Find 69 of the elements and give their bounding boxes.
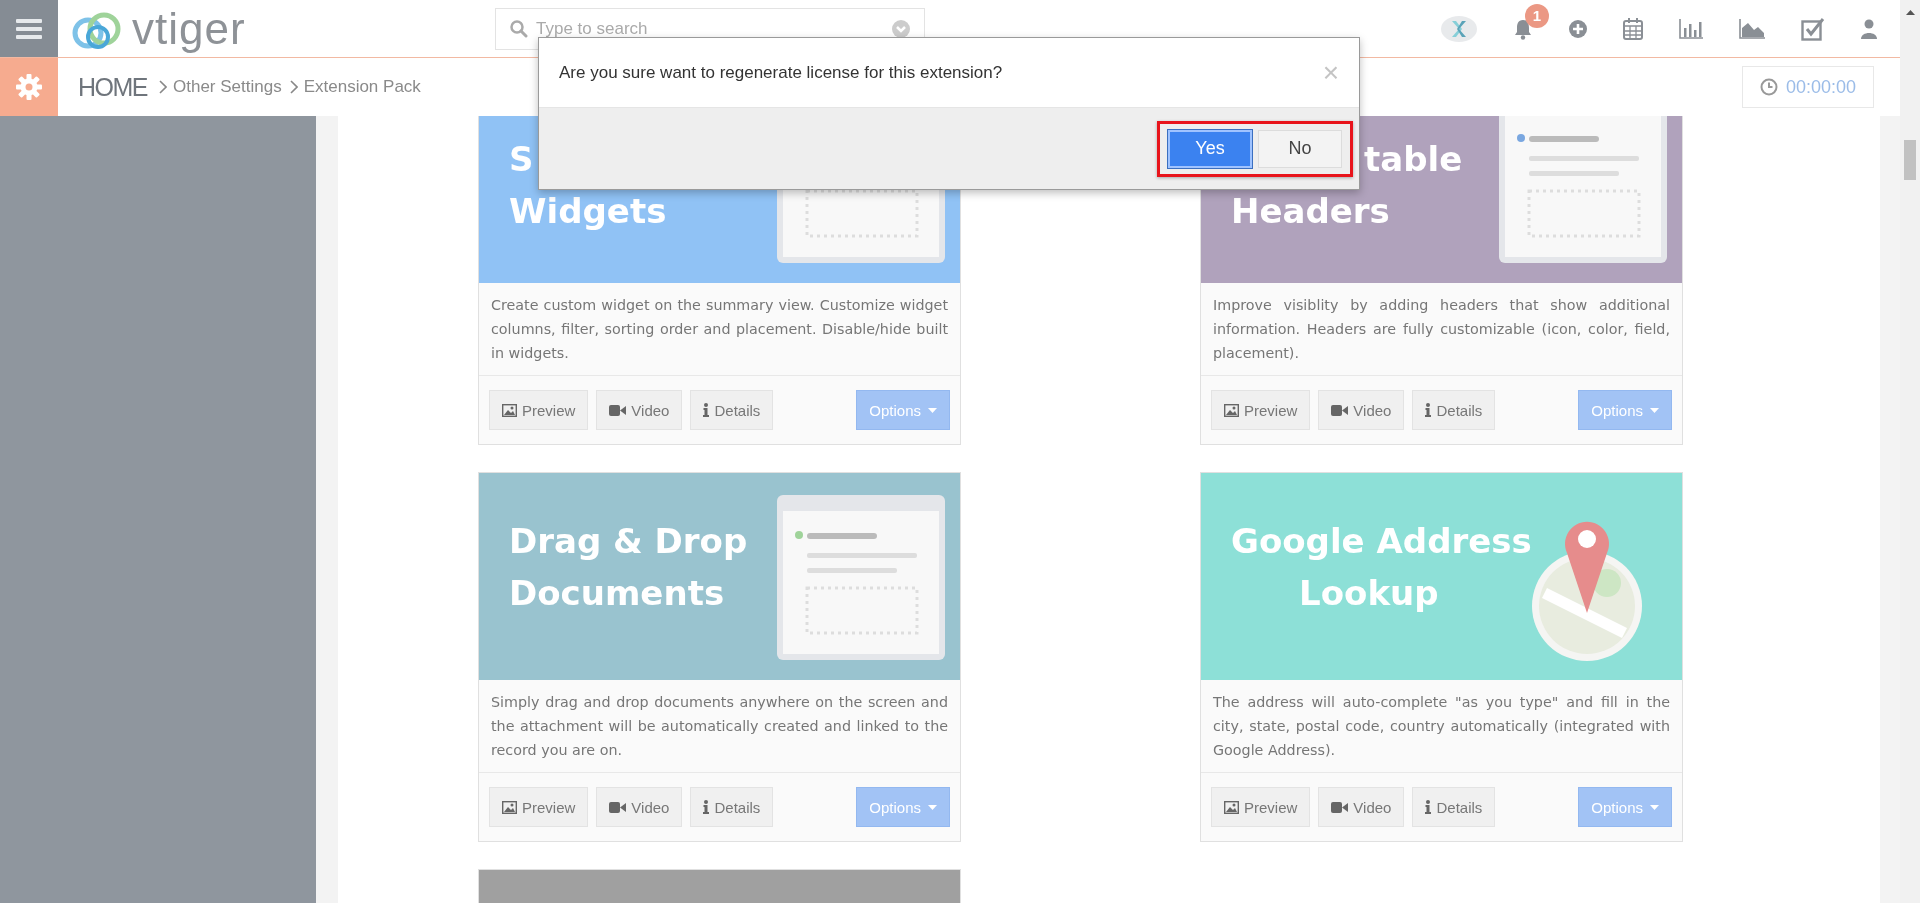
area-chart-icon[interactable] xyxy=(1739,18,1765,39)
card-action-button[interactable]: Video xyxy=(596,390,683,430)
user-icon[interactable] xyxy=(1861,18,1877,39)
card-action-button[interactable]: Details xyxy=(1412,390,1496,430)
card-action-button[interactable]: Preview xyxy=(489,787,589,827)
image-icon xyxy=(502,800,517,814)
dialog-message: Are you sure want to regenerate license for this extension? xyxy=(559,62,1003,83)
checkbox-icon[interactable] xyxy=(1801,16,1825,41)
caret-icon xyxy=(1650,407,1659,413)
banner-title: Headers xyxy=(1231,190,1390,233)
caret-icon xyxy=(928,804,937,810)
banner-title: Google Address xyxy=(1231,520,1532,563)
chevron-right-icon xyxy=(159,80,167,94)
menu-button[interactable] xyxy=(0,0,58,57)
menu-icon xyxy=(16,17,42,40)
card-action-button[interactable]: Preview xyxy=(1211,787,1311,827)
video-camera-icon xyxy=(1331,404,1349,416)
info-icon xyxy=(703,403,710,417)
bell-icon[interactable] xyxy=(1513,17,1533,40)
breadcrumb-link[interactable]: HOME xyxy=(78,72,147,102)
banner-title: Documents xyxy=(509,572,725,615)
notification-badge: 1 xyxy=(1525,3,1549,28)
card-description: Create custom widget on the summary view. Customize widget columns, filter, sorting order and placement. Disable/hide built in widgets. xyxy=(479,283,960,376)
card-action-button[interactable]: Video xyxy=(1318,390,1405,430)
card-action-button[interactable]: Details xyxy=(1412,787,1496,827)
banner-title: S xyxy=(509,138,534,181)
image-icon xyxy=(1224,800,1239,814)
banner-title: Lookup xyxy=(1299,572,1439,615)
chevron-right-icon xyxy=(289,80,298,94)
search-icon xyxy=(510,19,528,38)
video-camera-icon xyxy=(609,801,627,813)
caret-icon xyxy=(928,407,937,413)
x-logo-icon[interactable] xyxy=(1441,15,1477,42)
card-description: Simply drag and drop documents anywhere on the screen and the attachment will be automatically created and linked to the record you are on. xyxy=(479,680,960,773)
clock-icon xyxy=(1759,78,1778,96)
dialog-button[interactable]: Yes xyxy=(1168,129,1252,168)
info-icon xyxy=(1425,800,1432,814)
calendar-icon[interactable] xyxy=(1623,17,1643,40)
image-icon xyxy=(502,403,517,417)
chevron-down-icon[interactable] xyxy=(892,19,910,38)
banner-title: Drag & Drop xyxy=(509,520,748,563)
breadcrumb-link[interactable]: Other Settings xyxy=(173,77,282,97)
card-action-button[interactable]: Details xyxy=(690,390,774,430)
scroll-up-icon[interactable] xyxy=(1905,10,1915,15)
banner-title: Widgets xyxy=(509,190,667,233)
search-input[interactable]: Type to search xyxy=(534,17,886,40)
scroll-thumb[interactable] xyxy=(1904,140,1916,180)
video-camera-icon xyxy=(1331,801,1349,813)
brand-name: vtiger xyxy=(132,6,246,51)
banner-title: table xyxy=(1364,138,1463,181)
settings-icon xyxy=(16,74,42,100)
card-description: Improve visiblity by adding headers that show additional information. Headers are fully customizable (icon, color, field, placement). xyxy=(1201,283,1682,376)
info-icon xyxy=(703,800,710,814)
card-action-button[interactable]: Preview xyxy=(489,390,589,430)
info-icon xyxy=(1425,403,1432,417)
card-action-button[interactable]: Preview xyxy=(1211,390,1311,430)
bar-chart-icon[interactable] xyxy=(1679,18,1703,39)
settings-button[interactable] xyxy=(0,58,58,116)
card-action-button[interactable]: Video xyxy=(1318,787,1405,827)
image-icon xyxy=(1224,403,1239,417)
dialog-button[interactable]: No xyxy=(1258,129,1342,168)
caret-icon xyxy=(1650,804,1659,810)
card-description: The address will auto-complete "as you type" and fill in the city, state, postal code, country automatically (integrated with Google Address). xyxy=(1201,680,1682,773)
search-field[interactable]: Type to search xyxy=(495,7,925,50)
card-action-button[interactable]: Video xyxy=(596,787,683,827)
breadcrumb-link[interactable]: Extension Pack xyxy=(303,77,421,97)
card-action-button[interactable]: Details xyxy=(690,787,774,827)
plus-circle-icon[interactable] xyxy=(1569,19,1587,38)
video-camera-icon xyxy=(609,404,627,416)
